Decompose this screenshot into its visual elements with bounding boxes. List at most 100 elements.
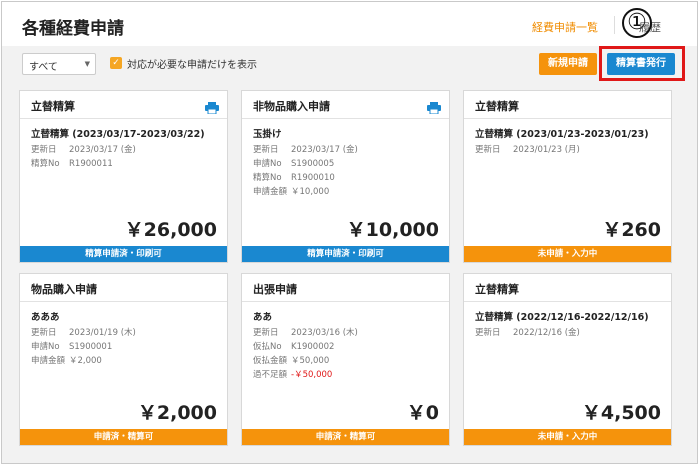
card-title: 立替精算 (475, 283, 519, 296)
status-badge: 申請済・精算可 (20, 429, 227, 445)
card-amount: ￥0 (406, 402, 439, 424)
detail-value: K1900002 (291, 342, 335, 352)
chevron-down-icon: ▼ (84, 60, 90, 68)
page-title: 各種経費申請 (22, 19, 124, 39)
card-details: 更新日 2023/03/17 (金) 申請No S1900005 精算No R190001… (253, 143, 358, 199)
detail-value: S1900005 (291, 159, 335, 169)
printer-icon[interactable] (205, 99, 219, 115)
status-badge: 未申請・入力中 (464, 429, 671, 445)
app-frame: 各種経費申請 経費申請一覧 履歴 ① すべて ▼ ✓ 対応が必要な申請だけを表示… (1, 1, 698, 464)
card-amount: ￥10,000 (346, 219, 439, 241)
detail-value: R1900011 (69, 159, 113, 169)
detail-row: 申請No S1900001 (31, 340, 136, 354)
card-subtitle: 立替精算 (2022/12/16-2022/12/16) (475, 312, 649, 323)
detail-value: ￥50,000 (291, 356, 330, 366)
detail-value: ￥2,000 (69, 356, 102, 366)
card-title: 立替精算 (475, 100, 519, 113)
detail-label: 更新日 (253, 328, 279, 338)
toolbar: すべて ▼ ✓ 対応が必要な申請だけを表示 新規申請 精算書発行 (2, 46, 697, 82)
detail-label: 申請金額 (253, 187, 288, 197)
card-divider (20, 301, 227, 302)
detail-label: 申請No (31, 342, 60, 352)
action-required-label: 対応が必要な申請だけを表示 (127, 60, 257, 71)
card-amount: ￥26,000 (124, 219, 217, 241)
detail-value: 2023/01/19 (木) (69, 328, 136, 338)
application-card[interactable]: 立替精算 立替精算 (2023/01/23-2023/01/23) 更新日 2023/… (463, 90, 672, 263)
card-details: 更新日 2022/12/16 (金) (475, 326, 580, 340)
detail-label: 仮払No (253, 342, 282, 352)
card-subtitle: ああ (253, 312, 273, 323)
detail-row: 更新日 2023/03/17 (金) (31, 143, 136, 157)
detail-label: 申請No (253, 159, 282, 169)
page-header: 各種経費申請 経費申請一覧 履歴 ① (2, 2, 697, 46)
status-badge: 申請済・精算可 (242, 429, 449, 445)
application-card[interactable]: 立替精算立替精算 (2023/03/17-2023/03/22) 更新日 2023/… (19, 90, 228, 263)
detail-label: 更新日 (31, 145, 57, 155)
detail-row: 更新日 2023/03/17 (金) (253, 143, 358, 157)
detail-row: 更新日 2023/03/16 (木) (253, 326, 358, 340)
detail-row: 精算No R1900011 (31, 157, 136, 171)
card-title: 非物品購入申請 (253, 100, 330, 113)
detail-label: 更新日 (475, 145, 501, 155)
card-amount: ￥4,500 (581, 402, 661, 424)
detail-row: 更新日 2022/12/16 (金) (475, 326, 580, 340)
detail-value: 2023/03/17 (金) (291, 145, 358, 155)
annotation-marker: ① (622, 8, 652, 38)
detail-label: 更新日 (253, 145, 279, 155)
detail-row: 申請金額 ￥10,000 (253, 185, 358, 199)
card-divider (242, 301, 449, 302)
detail-row: 仮払金額 ￥50,000 (253, 354, 358, 368)
printer-icon[interactable] (427, 99, 441, 115)
issue-statement-button[interactable]: 精算書発行 (607, 53, 675, 75)
detail-value: R1900010 (291, 173, 335, 183)
detail-value: S1900001 (69, 342, 113, 352)
status-badge: 精算申請済・印刷可 (20, 246, 227, 262)
detail-value: ￥10,000 (291, 187, 330, 197)
card-amount: ￥2,000 (137, 402, 217, 424)
filter-select-value: すべて (29, 62, 58, 73)
detail-row: 申請金額 ￥2,000 (31, 354, 136, 368)
detail-value: 2022/12/16 (金) (513, 328, 580, 338)
card-subtitle: 立替精算 (2023/03/17-2023/03/22) (31, 129, 205, 140)
detail-value: -￥50,000 (291, 370, 333, 380)
application-card[interactable]: 立替精算立替精算 (2022/12/16-2022/12/16) 更新日 2022/… (463, 273, 672, 446)
card-details: 更新日 2023/03/16 (木) 仮払No K1900002 仮払金額 ￥50,000… (253, 326, 358, 382)
application-card[interactable]: 出張申請 ああ 更新日 2023/03/16 (木) 仮払No K1900002 仮払金額 ￥… (241, 273, 450, 446)
card-title: 物品購入申請 (31, 283, 97, 296)
card-amount: ￥260 (602, 219, 661, 241)
status-badge: 精算申請済・印刷可 (242, 246, 449, 262)
detail-value: 2023/03/17 (金) (69, 145, 136, 155)
expense-list-link[interactable]: 経費申請一覧 (532, 19, 598, 35)
card-title: 立替精算 (31, 100, 75, 113)
detail-value: 2023/03/16 (木) (291, 328, 358, 338)
application-card[interactable]: 非物品購入申請 玉掛け更新日 2023/03/17 (金) 申請No S1900005 精… (241, 90, 450, 263)
card-divider (464, 301, 671, 302)
detail-label: 精算No (31, 159, 60, 169)
filter-select[interactable]: すべて ▼ (22, 53, 96, 75)
card-details: 更新日 2023/01/19 (木) 申請No S1900001 申請金額 ￥2,000 (31, 326, 136, 368)
detail-row: 更新日 2023/01/23 (月) (475, 143, 580, 157)
card-title: 出張申請 (253, 283, 297, 296)
card-subtitle: 玉掛け (253, 129, 282, 140)
status-badge: 未申請・入力中 (464, 246, 671, 262)
card-divider (242, 118, 449, 119)
detail-label: 精算No (253, 173, 282, 183)
detail-value: 2023/01/23 (月) (513, 145, 580, 155)
header-divider (614, 16, 615, 34)
detail-row: 仮払No K1900002 (253, 340, 358, 354)
card-divider (464, 118, 671, 119)
new-application-button[interactable]: 新規申請 (539, 53, 597, 75)
action-required-checkbox[interactable]: ✓ (110, 57, 122, 69)
detail-label: 過不足額 (253, 370, 288, 380)
detail-row: 過不足額 -￥50,000 (253, 368, 358, 382)
detail-label: 更新日 (475, 328, 501, 338)
detail-label: 申請金額 (31, 356, 66, 366)
card-details: 更新日 2023/03/17 (金) 精算No R1900011 (31, 143, 136, 171)
detail-label: 仮払金額 (253, 356, 288, 366)
detail-row: 精算No R1900010 (253, 171, 358, 185)
card-subtitle: あああ (31, 312, 60, 323)
card-divider (20, 118, 227, 119)
application-card[interactable]: 物品購入申請 あああ 更新日 2023/01/19 (木) 申請No S1900001 申請… (19, 273, 228, 446)
card-details: 更新日 2023/01/23 (月) (475, 143, 580, 157)
detail-row: 更新日 2023/01/19 (木) (31, 326, 136, 340)
